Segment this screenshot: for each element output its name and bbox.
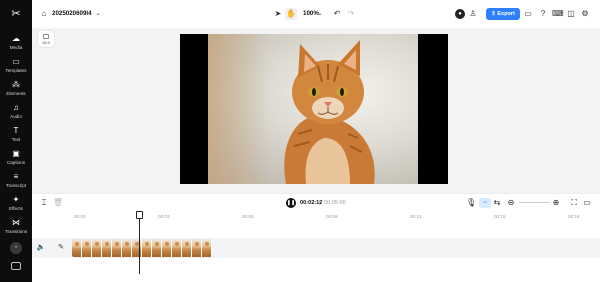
total-time: 00:05:00 [324, 200, 346, 206]
ruler-tick: 00:15 [494, 214, 506, 219]
video-clip[interactable] [72, 239, 212, 257]
zoom-out-icon[interactable]: ⊖ [506, 198, 516, 208]
export-button[interactable]: ⇪ Export [486, 8, 520, 20]
transitions-icon: ⋈ [12, 218, 20, 227]
comment-icon[interactable]: ▭ [582, 198, 592, 208]
pointer-tool-icon[interactable]: ➤ [273, 9, 283, 19]
user-avatar[interactable]: • [10, 242, 22, 254]
project-name[interactable]: 2025020609l4 [52, 0, 92, 28]
sidebar-item-text[interactable]: T Text [0, 126, 32, 148]
audio-icon: ♫ [13, 103, 19, 112]
zoom-in-icon[interactable]: ⊕ [551, 198, 561, 208]
link-icon[interactable]: ⇆ [492, 198, 502, 208]
undo-icon[interactable]: ↶ [332, 9, 342, 19]
ruler-tick: 00:09 [326, 214, 338, 219]
templates-icon: ▭ [12, 57, 20, 66]
cat-photo [208, 34, 418, 184]
sidebar: ✂ ☁ Media ▭ Templates ⁂ Elements ♫ Audio… [0, 0, 32, 282]
zoom-slider[interactable] [519, 202, 549, 203]
keyboard-icon[interactable]: ⌨ [552, 9, 564, 19]
sidebar-item-label: Effects [9, 206, 23, 211]
fit-timeline-icon[interactable]: ⛶ [569, 198, 579, 208]
edit-track-icon[interactable]: ✎ [56, 243, 66, 253]
effects-icon: ✦ [12, 195, 20, 204]
ruler-tick: 00:06 [242, 214, 254, 219]
user-icon[interactable]: ♙ [468, 9, 478, 19]
sidebar-item-label: Text [11, 137, 21, 142]
app-logo-icon[interactable]: ✂ [8, 8, 24, 20]
pause-icon: ❚❚ [286, 200, 296, 206]
chevron-down-icon[interactable]: ⌄ [93, 9, 103, 19]
layout-icon[interactable]: ◫ [566, 9, 576, 19]
sidebar-item-label: Audio [10, 114, 22, 119]
settings-icon[interactable]: ⚙ [580, 9, 590, 19]
sidebar-item-label: Transcript [5, 183, 27, 188]
play-pause-button[interactable]: ❚❚ [286, 198, 296, 208]
aspect-ratio-button[interactable]: 16:9 [38, 31, 54, 47]
sidebar-item-label: Transitions [4, 229, 28, 234]
ruler-tick: 00:18 [568, 214, 580, 219]
ruler-tick: 00:12 [410, 214, 422, 219]
sidebar-item-captions[interactable]: ▣ Captions [0, 149, 32, 171]
ruler-tick: 00:00 [74, 214, 86, 219]
sidebar-item-effects[interactable]: ✦ Effects [0, 195, 32, 217]
playhead-handle[interactable] [136, 211, 143, 219]
messages-icon[interactable] [11, 262, 21, 270]
profile-icon[interactable]: ● [455, 9, 465, 19]
mute-track-icon[interactable]: 🔈 [36, 243, 46, 253]
captions-icon: ▣ [12, 149, 20, 158]
project-icon: ⌂ [41, 9, 47, 18]
microphone-icon[interactable]: 🎙 [466, 198, 476, 208]
sidebar-item-transitions[interactable]: ⋈ Transitions [0, 218, 32, 240]
sidebar-item-label: Elements [6, 91, 26, 96]
top-toolbar: ⌂ 2025020609l4 ⌄ ➤ ✋ 100% ⌄ ↶ ↷ ● ♙ ⇪ Ex… [32, 0, 600, 28]
sidebar-item-label: Templates [5, 68, 27, 73]
help-icon[interactable]: ? [538, 9, 548, 19]
auto-snap-toggle[interactable]: ⇔ [479, 198, 491, 208]
video-track: 🔈 ✎ [32, 238, 600, 258]
sidebar-item-elements[interactable]: ⁂ Elements [0, 80, 32, 102]
video-preview[interactable] [180, 34, 448, 184]
chevron-down-icon[interactable]: ⌄ [315, 9, 325, 19]
time-separator: | [319, 200, 321, 206]
timeline-ruler[interactable]: 00:00 00:03 00:06 00:09 00:12 00:15 00:1… [32, 211, 600, 225]
split-icon[interactable]: ⌶ [39, 198, 49, 208]
feedback-icon[interactable]: ▭ [523, 9, 533, 19]
sidebar-item-audio[interactable]: ♫ Audio [0, 103, 32, 125]
redo-icon[interactable]: ↷ [346, 9, 356, 19]
delete-icon[interactable]: 🗑 [53, 198, 63, 208]
aspect-ratio-label: 16:9 [42, 41, 50, 45]
preview-stage: 16:9 [32, 28, 600, 193]
text-icon: T [13, 126, 19, 135]
sidebar-item-templates[interactable]: ▭ Templates [0, 57, 32, 79]
ruler-tick: 00:03 [158, 214, 170, 219]
timeline-toolbar: ⌶ 🗑 ❚❚ 00:02:12 | 00:05:00 🎙 ⇔ ⇆ ⊖ ⊕ ⛶ ▭ [32, 193, 600, 211]
video-editor-app: ✂ ☁ Media ▭ Templates ⁂ Elements ♫ Audio… [0, 0, 600, 282]
sidebar-item-label: Media [9, 45, 23, 50]
playhead-line[interactable] [139, 212, 140, 274]
hand-tool-icon[interactable]: ✋ [286, 9, 296, 19]
elements-icon: ⁂ [12, 80, 20, 89]
sidebar-item-label: Captions [6, 160, 26, 165]
media-icon: ☁ [12, 34, 20, 43]
cat-illustration [284, 40, 375, 184]
sidebar-item-media[interactable]: ☁ Media [0, 34, 32, 56]
sidebar-item-transcript[interactable]: ≡ Transcript [0, 172, 32, 194]
transcript-icon: ≡ [13, 172, 19, 181]
aspect-ratio-icon [43, 34, 49, 39]
